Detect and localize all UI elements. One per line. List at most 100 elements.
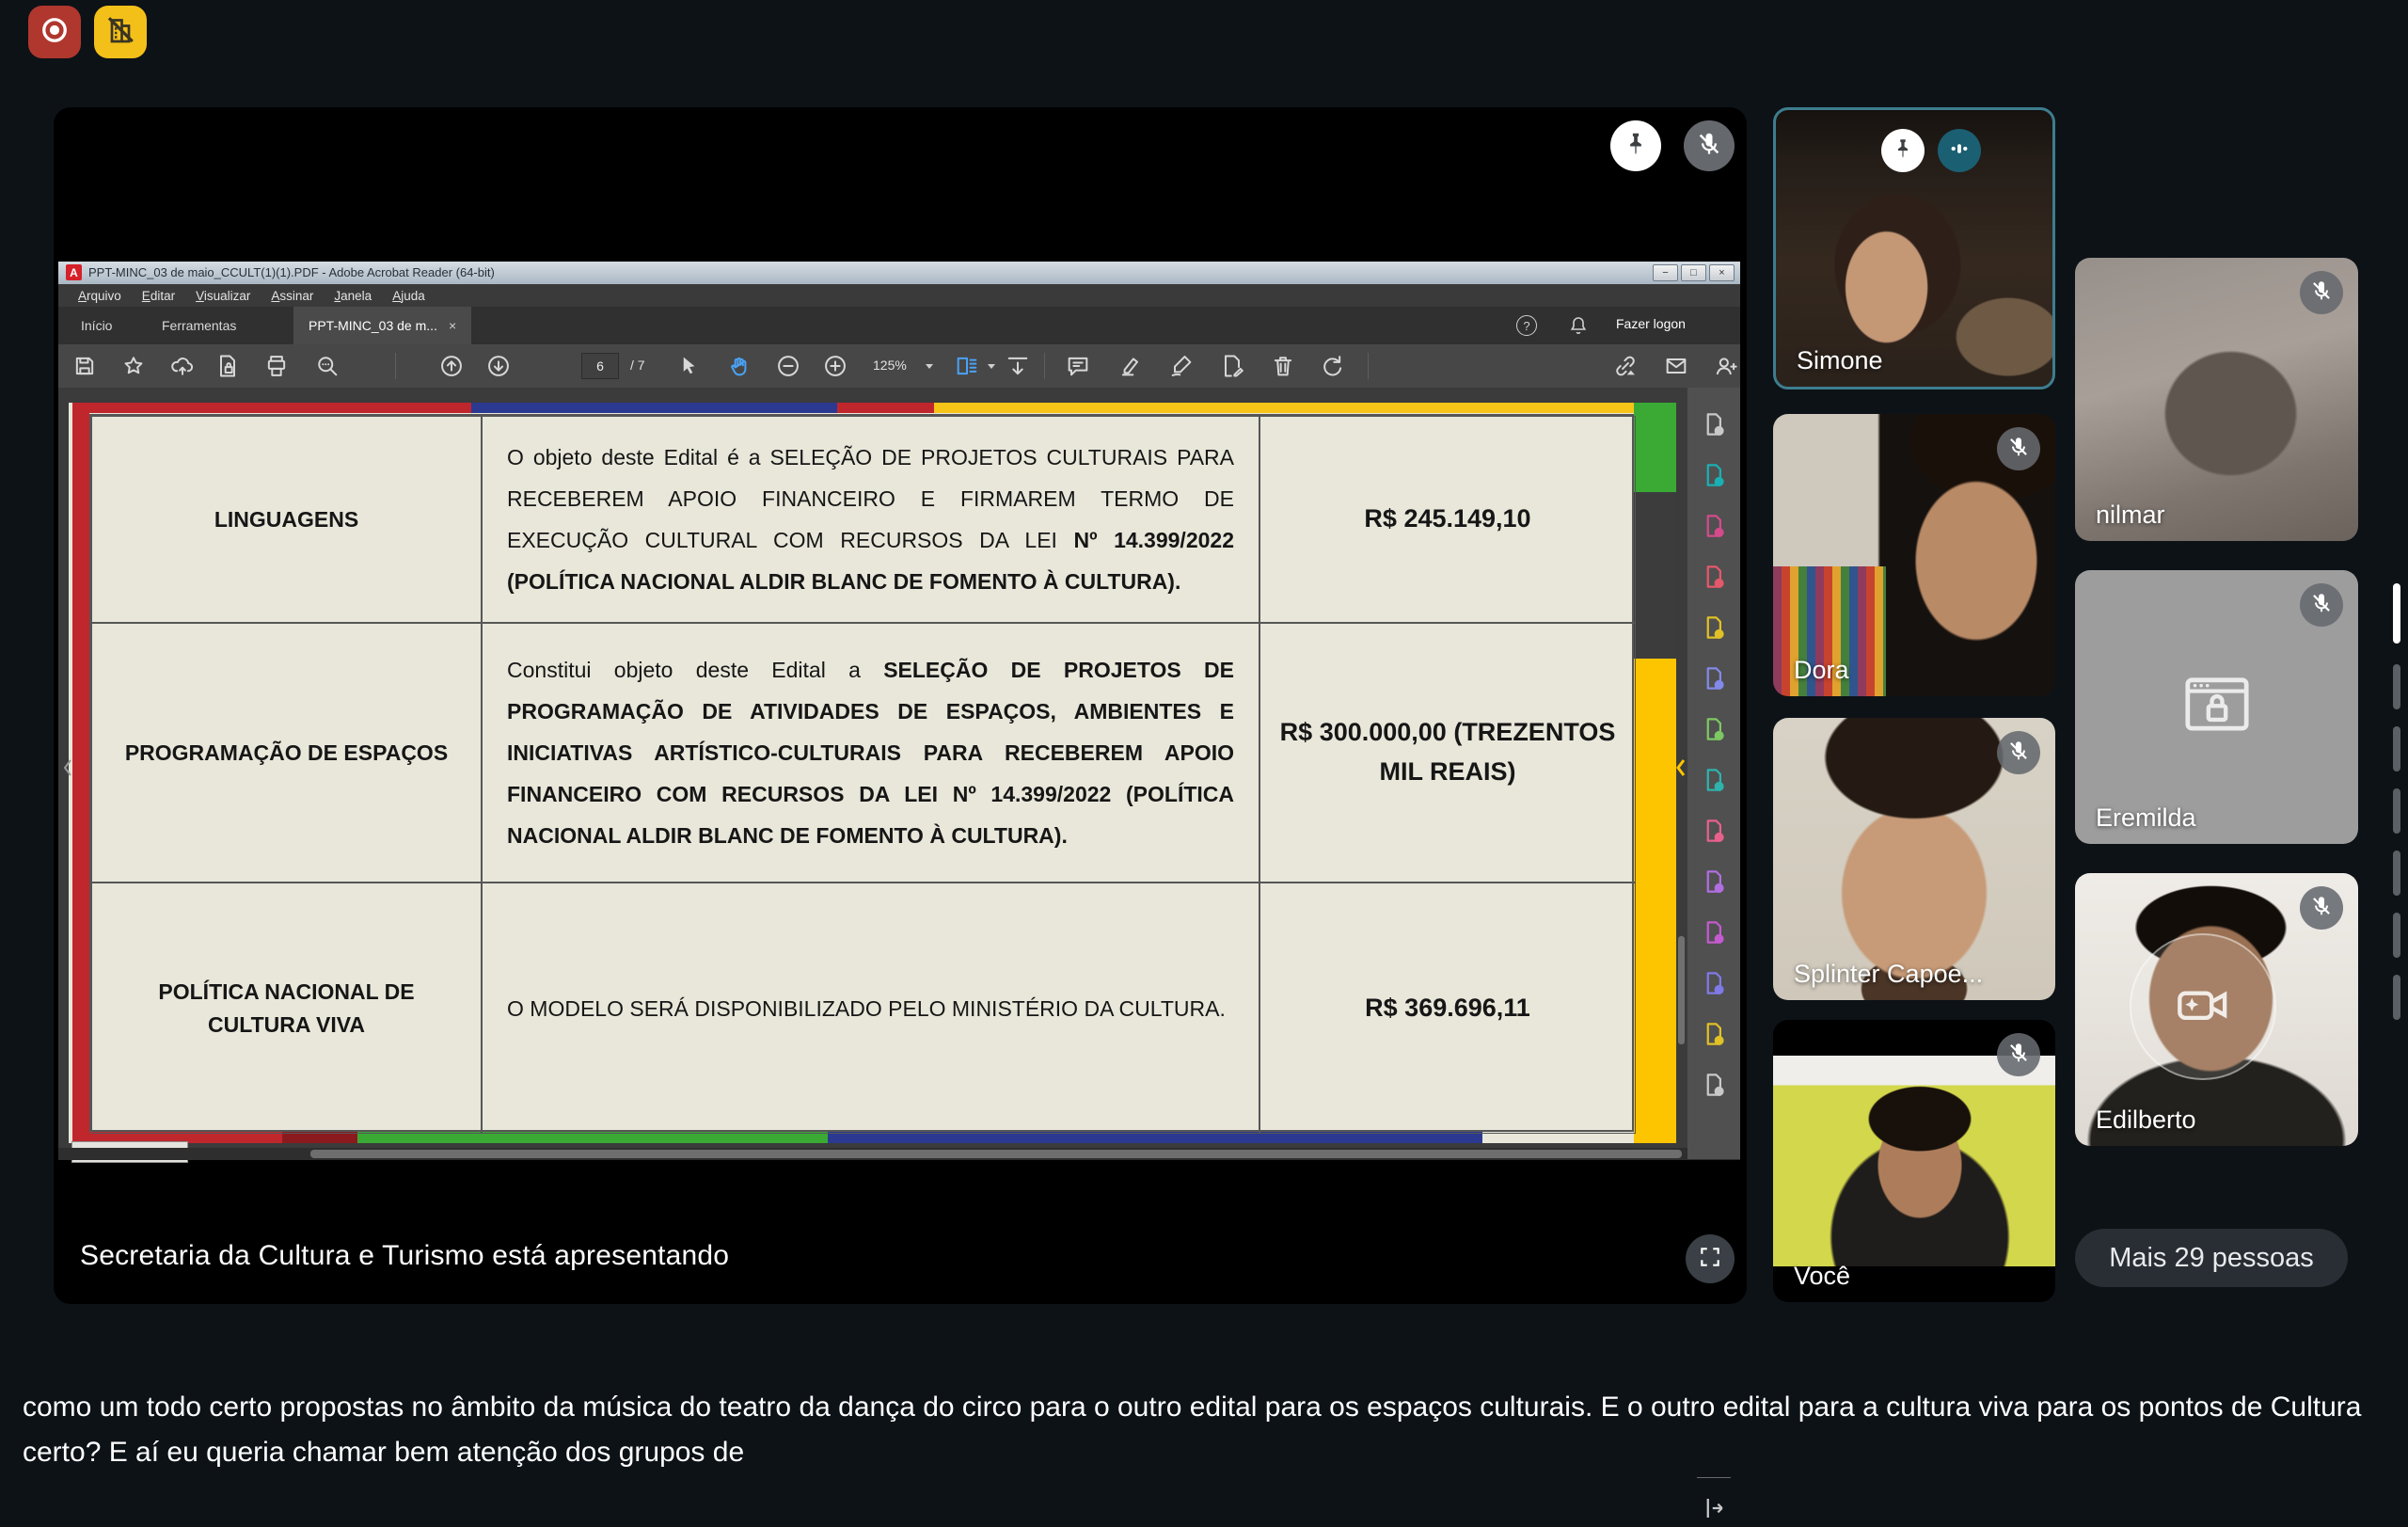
more-tools-icon[interactable] [1700,1071,1728,1099]
mic-off-icon [1695,130,1723,163]
select-tool-icon[interactable] [675,353,702,379]
page-display-icon[interactable] [954,353,980,379]
participant-tile-splinter[interactable]: Splinter Capoe... [1773,718,2055,1000]
zoom-tools-icon[interactable] [1700,410,1728,438]
menu-item-visualizar[interactable]: Visualizar [185,289,261,303]
menu-item-assinar[interactable]: Assinar [261,289,324,303]
participants-scrollbar-segment[interactable] [2393,975,2400,1020]
table-row2-description: Constitui objeto deste Edital a SELEÇÃO … [482,623,1259,883]
participants-scrollbar-segment[interactable] [2393,851,2400,896]
menu-item-janela[interactable]: Janela [324,289,382,303]
participants-scrollbar-segment[interactable] [2393,664,2400,709]
highlight-icon[interactable] [1117,353,1144,379]
participant-name: nilmar [2096,501,2165,530]
tab-document[interactable]: PPT-MINC_03 de m... × [293,307,471,344]
participant-tile-dora[interactable]: Dora [1773,414,2055,696]
request-esign-icon[interactable] [1700,918,1728,946]
comment-icon[interactable] [1065,353,1091,379]
pdf-window-titlebar[interactable]: A PPT-MINC_03 de maio_CCULT(1)(1).PDF - … [58,262,1740,284]
horizontal-scrollbar[interactable] [58,1148,1740,1160]
notifications-bell-icon[interactable] [1567,314,1590,337]
send-comments-icon[interactable] [1700,1020,1728,1048]
fit-width-icon[interactable] [1005,353,1031,379]
table-row3-value: R$ 369.696,11 [1259,883,1636,1134]
participant-tile-simone[interactable]: Simone [1773,107,2055,390]
menu-item-arquivo[interactable]: Arquivo [68,289,132,303]
participants-scrollbar-segment[interactable] [2393,788,2400,834]
restore-button[interactable]: □ [1681,264,1706,281]
more-people-pill[interactable]: Mais 29 pessoas [2075,1229,2348,1287]
previous-page-icon[interactable] [438,353,465,379]
pdf-toolbar: 6 / 7 125% [58,344,1740,388]
mic-off-icon [2309,894,2334,923]
create-pdf-icon[interactable] [1700,512,1728,540]
horizontal-scrollbar-thumb[interactable] [310,1150,1682,1158]
slide-right-green-block [1634,403,1676,492]
muted-indicator [2300,886,2343,930]
search-icon[interactable] [314,353,341,379]
edit-page-icon[interactable] [1219,353,1245,379]
fullscreen-button[interactable] [1686,1234,1735,1283]
participants-scrollbar-thumb[interactable] [2393,583,2400,644]
collapse-left-pane-icon[interactable] [60,753,75,783]
zoom-in-icon[interactable] [822,353,848,379]
participant-tile-voce[interactable]: Você [1773,1020,2055,1302]
participant-tile-edilberto[interactable]: Edilberto [2075,873,2358,1146]
export-pdf-icon[interactable] [1700,461,1728,489]
sign-in-button[interactable]: Fazer logon [1616,316,1686,331]
participant-tile-nilmar[interactable]: nilmar [2075,258,2358,541]
zoom-out-icon[interactable] [775,353,801,379]
comment-tool-icon[interactable] [1700,613,1728,642]
fill-sign-toolbar-icon[interactable] [1168,353,1195,379]
pin-icon [1622,130,1650,163]
tab-close-icon[interactable]: × [449,318,456,333]
redact-icon[interactable] [1700,817,1728,845]
page-total-label: / 7 [630,358,645,373]
combine-files-icon[interactable] [1700,664,1728,692]
unpin-presentation-button[interactable] [1610,120,1661,171]
pinned-button[interactable] [1881,129,1925,172]
protect-document-icon[interactable] [214,353,241,379]
protect-pdf-icon[interactable] [1700,867,1728,896]
email-icon[interactable] [1663,353,1689,379]
presenting-banner: Secretaria da Cultura e Turismo está apr… [80,1240,729,1272]
participants-scrollbar-segment[interactable] [2393,913,2400,958]
next-page-icon[interactable] [485,353,512,379]
screen-recording-indicator[interactable] [28,6,81,58]
fill-sign-icon[interactable] [1700,969,1728,997]
help-icon[interactable]: ? [1516,315,1537,336]
organize-pages-icon[interactable] [1700,715,1728,743]
share-with-people-icon[interactable] [1712,353,1738,379]
tab-inicio[interactable]: Início [66,307,127,344]
edit-pdf-icon[interactable] [1700,563,1728,591]
rotate-icon[interactable] [1319,353,1345,379]
close-button[interactable]: × [1709,264,1735,281]
participants-scrollbar-segment[interactable] [2393,726,2400,771]
link-share-icon[interactable] [1612,353,1639,379]
delete-icon[interactable] [1270,353,1296,379]
expand-right-pane-icon[interactable] [1672,753,1687,783]
compress-pdf-icon[interactable] [1700,766,1728,794]
slide-top-stripe-red [72,403,471,413]
zoom-dropdown-caret-icon[interactable] [926,364,933,369]
camera-blocked-indicator[interactable] [94,6,147,58]
menu-item-editar[interactable]: Editar [132,289,185,303]
star-bookmark-icon[interactable] [120,353,147,379]
table-row1-description: O objeto deste Edital é a SELEÇÃO DE PRO… [482,416,1259,623]
hand-tool-icon[interactable] [726,353,752,379]
table-row2-label: PROGRAMAÇÃO DE ESPAÇOS [91,623,482,883]
locked-window-icon [2176,662,2258,745]
vertical-scrollbar-thumb[interactable] [1678,936,1685,1044]
save-icon[interactable] [71,353,98,379]
print-icon[interactable] [263,353,290,379]
slide-top-stripe-red2 [837,403,934,413]
page-number-input[interactable]: 6 [581,353,619,379]
zoom-level-value[interactable]: 125% [873,358,907,373]
minimize-button[interactable]: − [1653,264,1678,281]
participant-tile-eremilda[interactable]: Eremilda [2075,570,2358,844]
expand-tools-pane-icon[interactable] [1700,1494,1728,1522]
page-display-caret-icon[interactable] [988,364,995,369]
menu-item-ajuda[interactable]: Ajuda [382,289,436,303]
tab-ferramentas[interactable]: Ferramentas [147,307,251,344]
share-cloud-icon[interactable] [169,353,196,379]
